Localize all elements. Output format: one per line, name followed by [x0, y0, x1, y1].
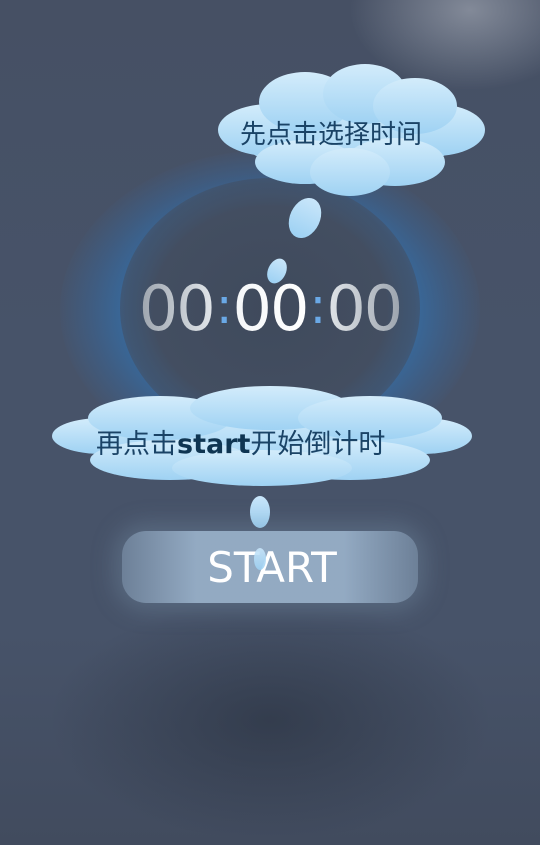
hint-cloud-select-time: 先点击选择时间 — [210, 62, 490, 202]
hint-select-time-text: 先点击选择时间 — [240, 120, 423, 150]
time-separator: : — [309, 277, 326, 335]
hint-cloud-start: 再点击start开始倒计时 — [50, 384, 474, 488]
water-drop-icon — [254, 548, 266, 570]
water-drop-icon — [250, 496, 270, 528]
start-button-label: START — [207, 542, 337, 592]
start-button[interactable]: START — [122, 531, 418, 603]
seconds-value[interactable]: 00 — [326, 272, 403, 345]
hours-value[interactable]: 00 — [139, 272, 216, 345]
hint-start-prefix: 再点击 — [96, 429, 177, 460]
time-separator: : — [215, 277, 233, 335]
hint-start-keyword: start — [177, 429, 251, 460]
hint-start-text: 再点击start开始倒计时 — [96, 422, 385, 461]
hint-start-suffix: 开始倒计时 — [250, 429, 386, 460]
